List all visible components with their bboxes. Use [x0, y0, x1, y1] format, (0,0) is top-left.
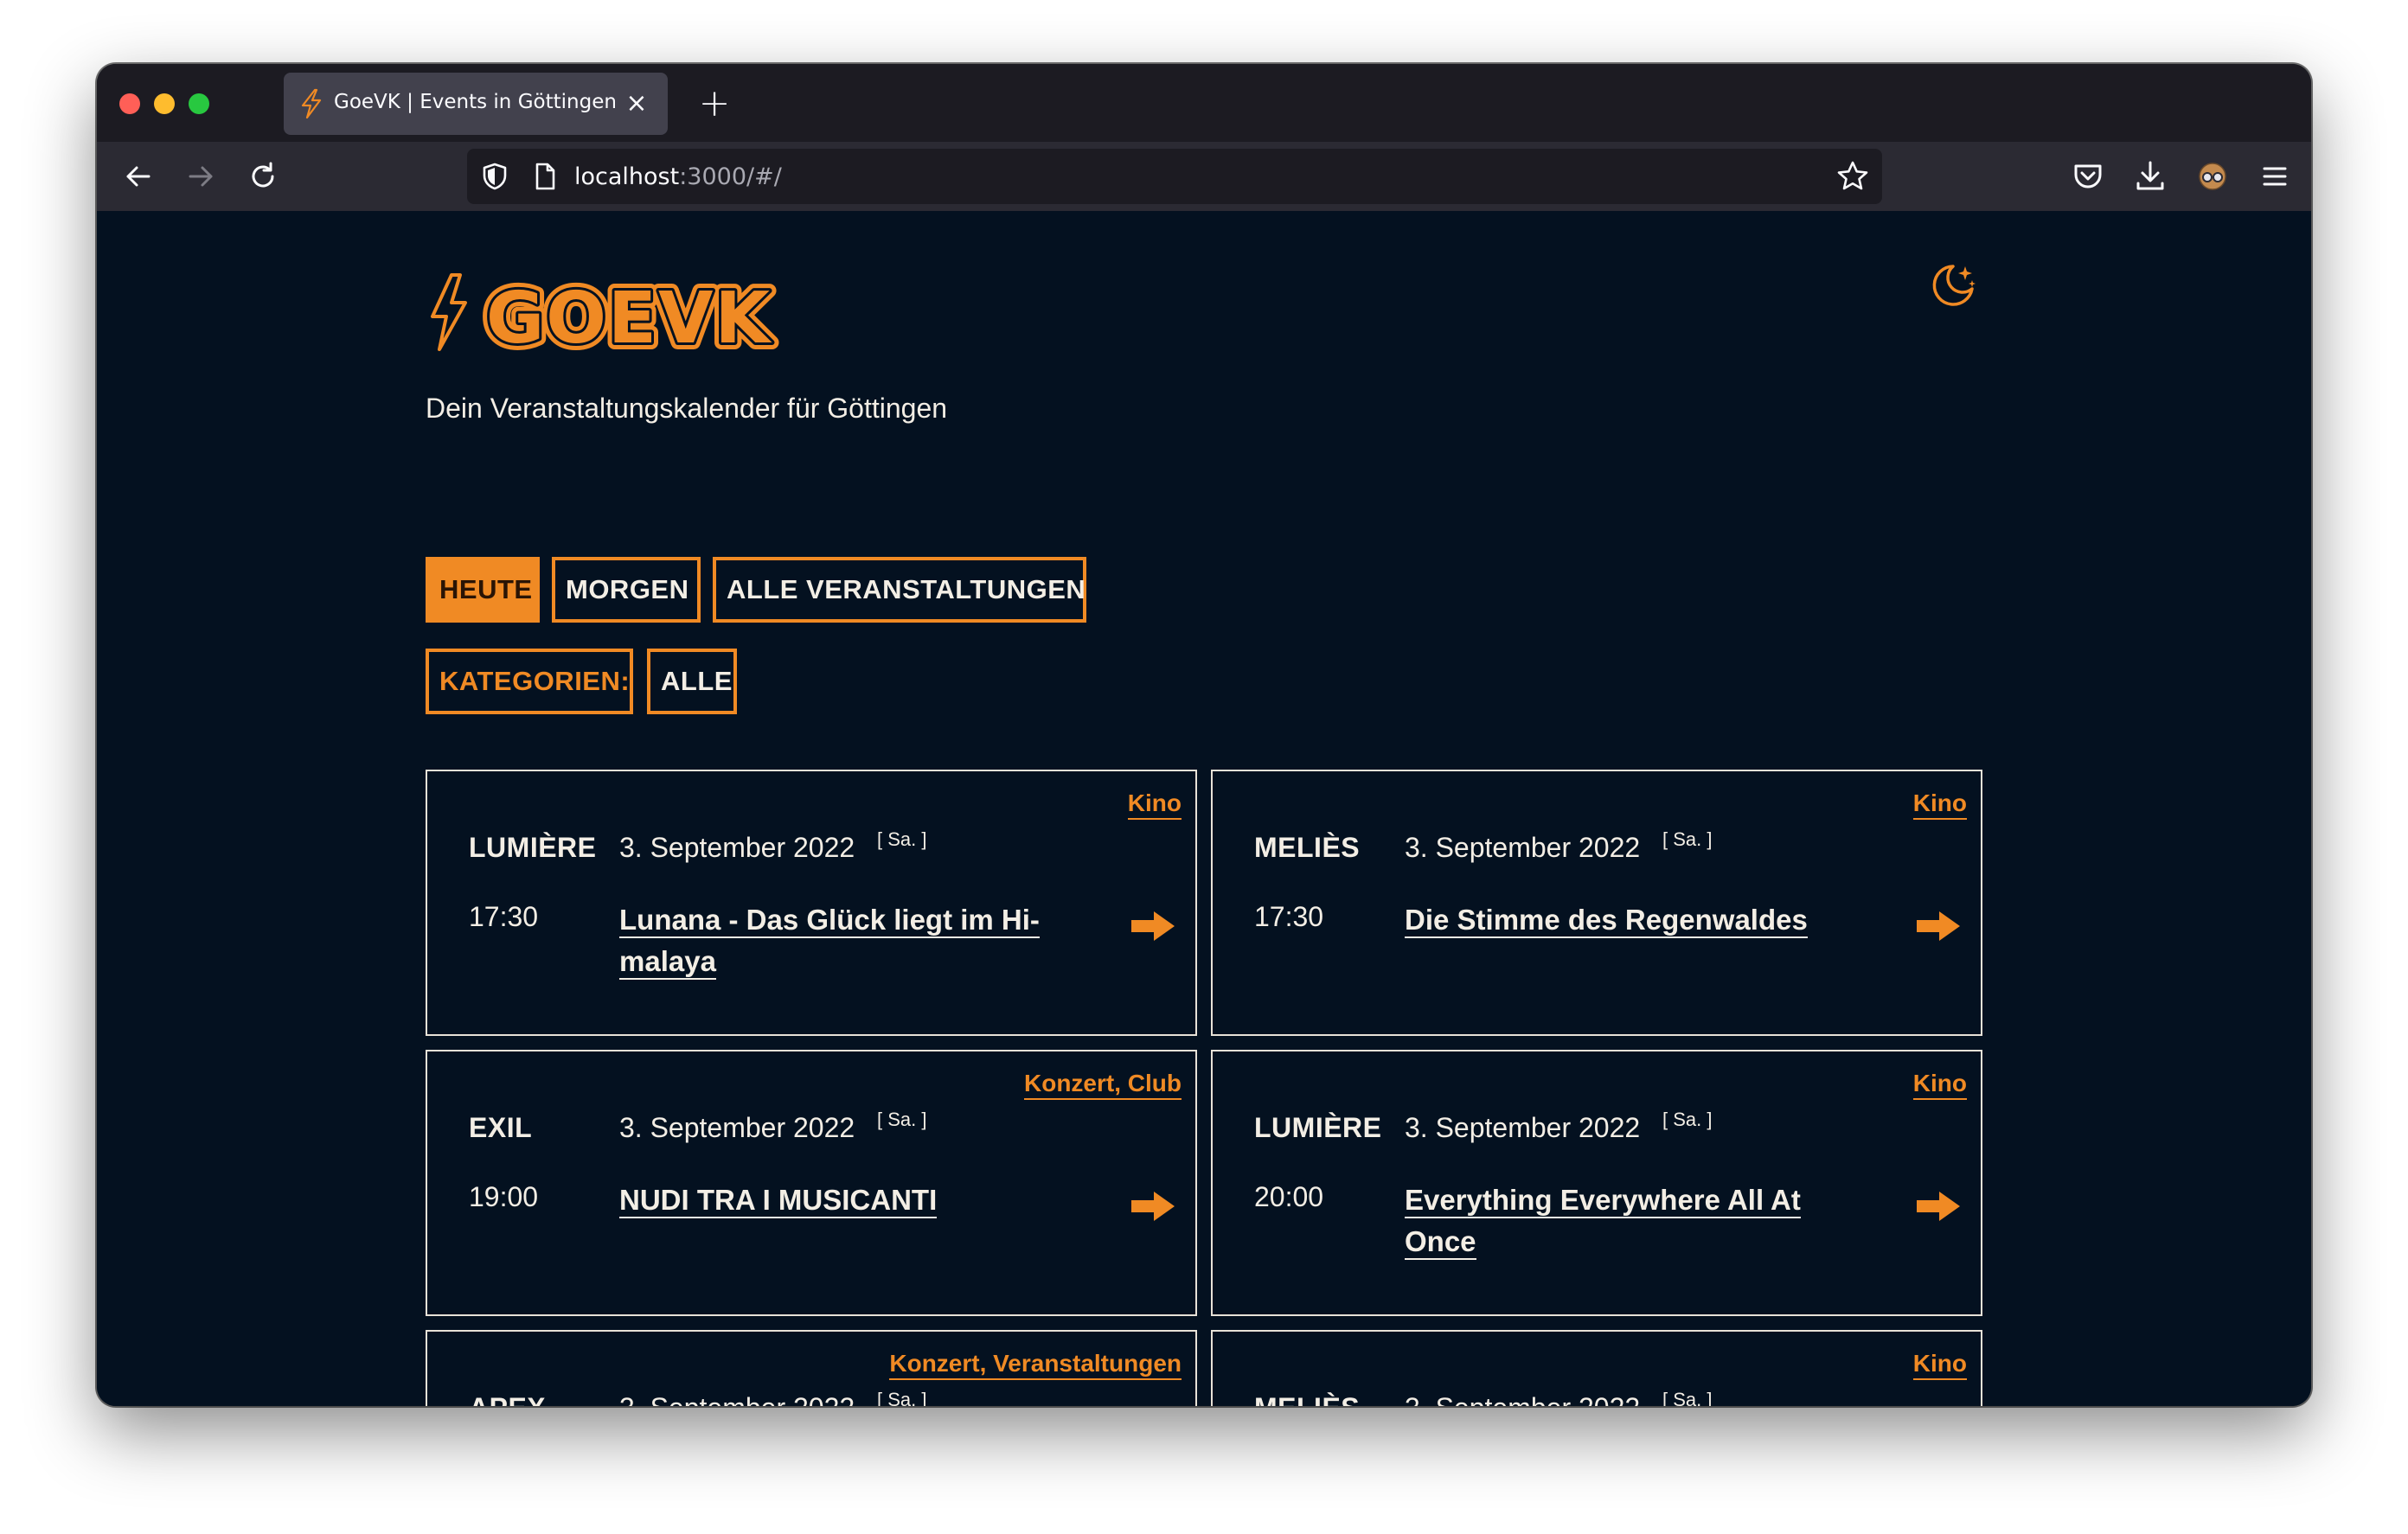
- shield-icon[interactable]: [479, 161, 510, 192]
- download-icon: [2136, 161, 2164, 190]
- event-category-link[interactable]: Konzert, Club: [1024, 1069, 1182, 1100]
- categories-label: KATEGORIEN:: [426, 649, 633, 714]
- close-window-button[interactable]: [119, 93, 140, 114]
- event-category-link[interactable]: Kino: [1127, 789, 1182, 820]
- filter-tomorrow-button[interactable]: MORGEN: [552, 557, 701, 623]
- hamburger-icon: [2263, 167, 2287, 186]
- event-weekday: [ Sa. ]: [877, 1109, 927, 1130]
- event-title-link[interactable]: Lunana - Das Glück liegt im Hi-malaya: [619, 899, 1052, 982]
- minimize-window-button[interactable]: [154, 93, 175, 114]
- event-venue: MELIÈS: [1254, 832, 1361, 863]
- lightning-icon: [301, 88, 322, 119]
- event-weekday: [ Sa. ]: [877, 828, 927, 850]
- tab-close-icon[interactable]: ×: [618, 85, 656, 123]
- page-icon: [535, 163, 555, 190]
- event-venue: APEX: [469, 1392, 546, 1406]
- browser-tab[interactable]: GoeVK | Events in Göttingen ×: [284, 73, 668, 135]
- event-date: 3. September 2022: [1405, 1112, 1641, 1143]
- event-date: 3. September 2022: [619, 1112, 855, 1143]
- event-date: 3. September 2022: [1405, 1392, 1640, 1406]
- avatar-icon: [2199, 163, 2226, 190]
- address-bar[interactable]: localhost:3000/#/: [467, 149, 1882, 204]
- account-button[interactable]: [2192, 156, 2233, 197]
- lightning-icon: GOEVK GOEVK GOEVK: [431, 271, 778, 367]
- back-button[interactable]: [118, 156, 159, 197]
- reload-button[interactable]: [242, 156, 284, 197]
- event-card[interactable]: Konzert, Veranstaltungen APEX 3. Septemb…: [426, 1330, 1197, 1406]
- event-category-link[interactable]: Kino: [1912, 789, 1967, 820]
- event-venue: EXIL: [469, 1112, 533, 1143]
- event-weekday: [ Sa. ]: [1662, 1389, 1713, 1406]
- reload-icon: [252, 162, 274, 188]
- arrow-right-icon[interactable]: [1130, 1190, 1176, 1223]
- filter-all-events-button[interactable]: ALLE VERANSTALTUNGEN: [713, 557, 1086, 623]
- event-card[interactable]: Konzert, Club EXIL 3. September 2022 [ S…: [426, 1050, 1197, 1316]
- event-time: 17:30: [1254, 901, 1324, 932]
- event-time: 20:00: [1254, 1181, 1324, 1212]
- forward-button[interactable]: [180, 156, 221, 197]
- arrow-right-icon[interactable]: [1915, 910, 1962, 943]
- event-venue: LUMIÈRE: [469, 832, 597, 863]
- event-title-link[interactable]: Die Stimme des Regenwaldes: [1405, 899, 1837, 941]
- url-text[interactable]: localhost:3000/#/: [574, 163, 782, 190]
- event-category-link[interactable]: Konzert, Veranstaltungen: [889, 1349, 1182, 1380]
- event-title-link[interactable]: Everything Everywhere All At Once: [1405, 1179, 1837, 1262]
- page-content: GOEVK GOEVK GOEVK Dein Veranstaltungskal…: [97, 211, 2311, 1406]
- event-category-link[interactable]: Kino: [1912, 1349, 1967, 1380]
- event-title-link[interactable]: NUDI TRA I MUSICANTI: [619, 1179, 1052, 1221]
- tagline: Dein Veranstaltungskalender für Göttinge…: [426, 393, 948, 424]
- star-icon[interactable]: [1835, 159, 1870, 194]
- pocket-icon: [2074, 164, 2102, 189]
- svg-text:GOEVK: GOEVK: [486, 278, 772, 356]
- event-venue: MELIÈS: [1254, 1392, 1360, 1406]
- event-card[interactable]: Kino MELIÈS 3. September 2022 [ Sa. ] 17…: [1211, 770, 1982, 1036]
- tab-title: GoeVK | Events in Göttingen: [334, 91, 617, 113]
- site-logo[interactable]: GOEVK GOEVK GOEVK: [426, 270, 789, 367]
- arrow-right-icon: [189, 166, 213, 187]
- pocket-button[interactable]: [2067, 156, 2109, 197]
- event-card[interactable]: Kino LUMIÈRE 3. September 2022 [ Sa. ] 1…: [426, 770, 1197, 1036]
- new-tab-button[interactable]: +: [685, 74, 744, 133]
- downloads-button[interactable]: [2129, 156, 2171, 197]
- event-weekday: [ Sa. ]: [877, 1389, 927, 1406]
- menu-button[interactable]: [2254, 156, 2296, 197]
- event-weekday: [ Sa. ]: [1662, 828, 1713, 850]
- arrow-right-icon[interactable]: [1915, 1190, 1962, 1223]
- event-card[interactable]: Kino LUMIÈRE 3. September 2022 [ Sa. ] 2…: [1211, 1050, 1982, 1316]
- tab-bar: GoeVK | Events in Göttingen × +: [97, 64, 2311, 142]
- arrow-left-icon: [126, 166, 150, 187]
- arrow-right-icon[interactable]: [1130, 910, 1176, 943]
- event-category-link[interactable]: Kino: [1912, 1069, 1967, 1100]
- event-date: 3. September 2022: [619, 1392, 855, 1406]
- event-card[interactable]: Kino MELIÈS 3. September 2022 [ Sa. ]: [1211, 1330, 1982, 1406]
- filter-today-button[interactable]: HEUTE: [426, 557, 540, 623]
- event-date: 3. September 2022: [1405, 832, 1641, 863]
- event-time: 19:00: [469, 1181, 539, 1212]
- maximize-window-button[interactable]: [189, 93, 209, 114]
- category-all-button[interactable]: ALLE: [647, 649, 737, 714]
- event-venue: LUMIÈRE: [1254, 1112, 1382, 1143]
- event-time: 17:30: [469, 901, 539, 932]
- moon-icon[interactable]: [1927, 259, 1979, 311]
- event-date: 3. September 2022: [619, 832, 855, 863]
- navigation-bar: localhost:3000/#/: [97, 142, 2311, 211]
- event-weekday: [ Sa. ]: [1662, 1109, 1713, 1130]
- browser-window: GoeVK | Events in Göttingen × + localhos…: [97, 64, 2311, 1406]
